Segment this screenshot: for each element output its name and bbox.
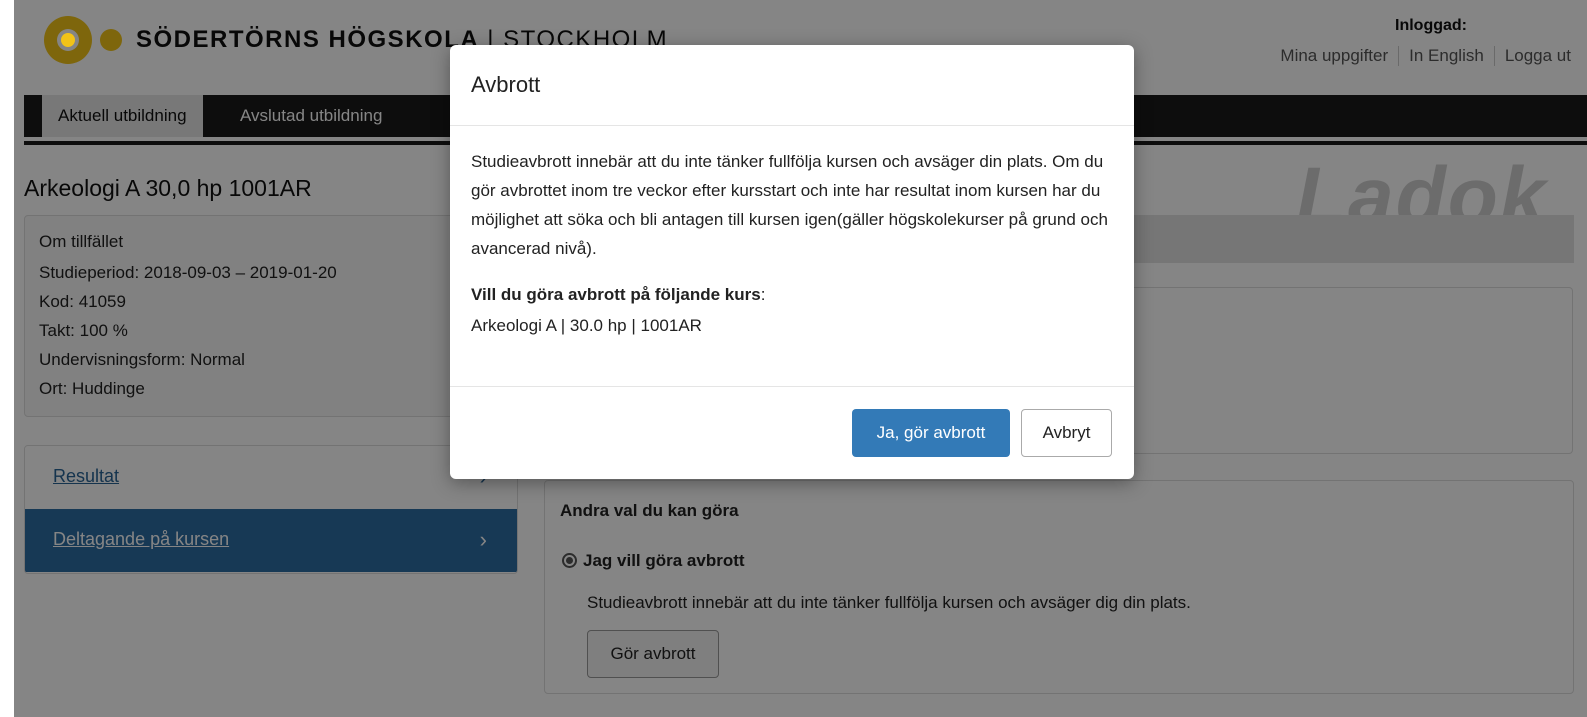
- dialog-divider: [450, 125, 1134, 126]
- dialog-title: Avbrott: [471, 72, 541, 97]
- dialog-question-colon: :: [760, 285, 766, 304]
- withdraw-dialog: Avbrott Studieavbrott innebär att du int…: [450, 45, 1134, 479]
- dialog-course-line: Arkeologi A | 30.0 hp | 1001AR: [471, 316, 702, 335]
- confirm-withdraw-button[interactable]: Ja, gör avbrott: [852, 409, 1010, 457]
- dialog-question-text: Vill du göra avbrott på följande kurs: [471, 285, 761, 304]
- cancel-button[interactable]: Avbryt: [1021, 409, 1112, 457]
- window-edge: [0, 0, 14, 717]
- dialog-question: Vill du göra avbrott på följande kurs:: [471, 285, 765, 305]
- dialog-body: Studieavbrott innebär att du inte tänker…: [471, 152, 1108, 258]
- dialog-divider: [450, 386, 1134, 387]
